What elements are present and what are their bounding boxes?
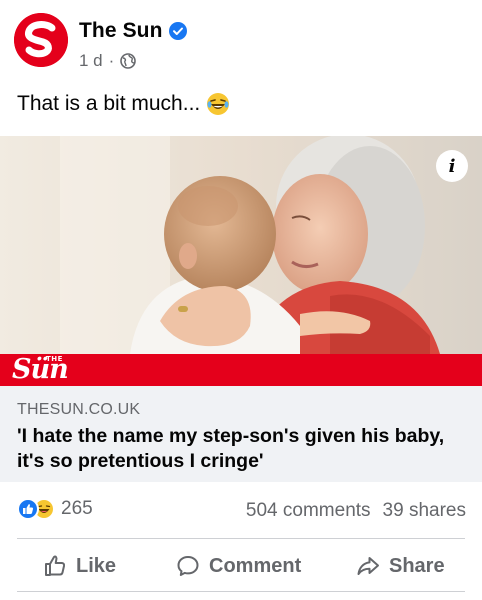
- comments-count[interactable]: 504 comments: [246, 500, 371, 521]
- link-headline[interactable]: 'I hate the name my step-son's given his…: [17, 424, 467, 474]
- comment-icon: [177, 556, 199, 576]
- divider: [17, 538, 465, 539]
- reactions-summary[interactable]: 265: [17, 498, 93, 520]
- thumbs-up-icon: [45, 555, 66, 576]
- link-preview-image[interactable]: i: [0, 136, 482, 354]
- share-label[interactable]: Share: [389, 555, 445, 578]
- post-age[interactable]: 1 d: [79, 51, 103, 71]
- share-button[interactable]: Share: [356, 546, 445, 586]
- divider: [17, 591, 465, 592]
- like-reaction-icon: [17, 498, 39, 520]
- post-text-content: That is a bit much...: [17, 92, 201, 115]
- post-text: That is a bit much...: [17, 92, 230, 116]
- like-button[interactable]: Like: [43, 546, 116, 586]
- post-actions: Like Comment Share: [0, 546, 482, 586]
- brand-wordmark-sub: THE: [46, 355, 63, 363]
- share-arrow-icon: [357, 557, 379, 575]
- page-name-text[interactable]: The Sun: [79, 19, 163, 43]
- globe-icon[interactable]: [120, 53, 137, 69]
- link-domain: THESUN.CO.UK: [17, 401, 141, 418]
- like-label[interactable]: Like: [76, 555, 116, 578]
- reaction-count: 265: [61, 498, 93, 519]
- post-meta: 1 d ·: [79, 51, 137, 71]
- comment-share-counts: 504 comments 39 shares: [246, 500, 466, 522]
- meta-separator: ·: [108, 51, 115, 70]
- info-icon[interactable]: i: [436, 150, 468, 182]
- link-preview[interactable]: THESUN.CO.UK 'I hate the name my step-so…: [0, 386, 482, 482]
- post-header: The Sun 1 d ·: [0, 0, 482, 80]
- laughing-tears-emoji: [206, 92, 230, 116]
- the-sun-logo[interactable]: [14, 13, 68, 67]
- verified-badge-icon: [168, 22, 187, 40]
- engagement-stats: 265 504 comments 39 shares: [0, 496, 482, 528]
- page-name[interactable]: The Sun: [79, 19, 187, 43]
- brand-bar: Sün THE: [0, 354, 482, 386]
- comment-button[interactable]: Comment: [176, 546, 301, 586]
- shares-count[interactable]: 39 shares: [383, 500, 466, 521]
- comment-label[interactable]: Comment: [209, 555, 301, 578]
